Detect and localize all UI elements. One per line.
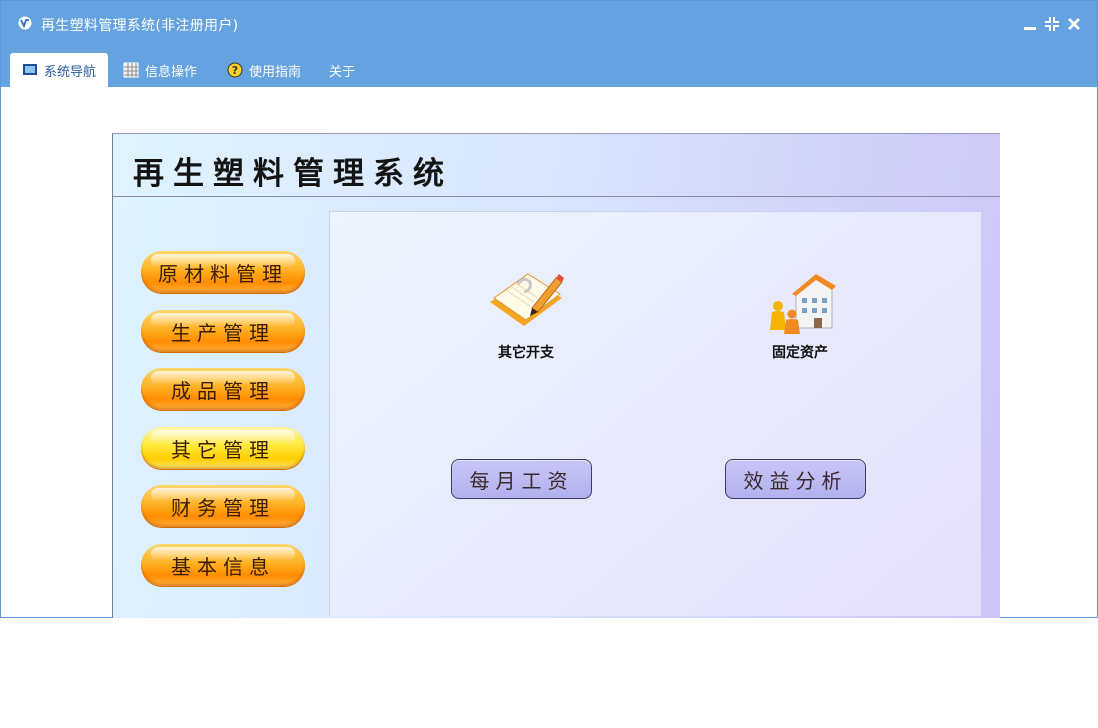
- button-label: 成品管理: [171, 378, 275, 403]
- menu-bar: 系统导航 信息操作 ? 使用指南 关于: [1, 45, 1097, 87]
- close-icon[interactable]: [1065, 14, 1083, 34]
- production-button[interactable]: 生产管理: [141, 310, 305, 352]
- tab-system-navigation[interactable]: 系统导航: [10, 53, 108, 87]
- button-label: 其它管理: [171, 437, 275, 462]
- navigation-panel: 再生塑料管理系统 原材料管理 生产管理 成品管理 其它管理 财务管理 基本信息: [112, 133, 1000, 618]
- window-title: 再生塑料管理系统(非注册用户): [41, 18, 239, 34]
- notebook-pencil-icon: [490, 273, 564, 326]
- tab-info-operations[interactable]: 信息操作: [123, 53, 197, 87]
- grid-icon: [123, 62, 139, 78]
- system-title: 再生塑料管理系统: [133, 156, 453, 192]
- basic-info-button[interactable]: 基本信息: [141, 544, 305, 586]
- button-label: 效益分析: [743, 468, 848, 493]
- title-bar[interactable]: 再生塑料管理系统(非注册用户): [1, 1, 1097, 45]
- button-label: 生产管理: [171, 320, 275, 345]
- button-label: 财务管理: [171, 495, 275, 520]
- button-label: 每月工资: [469, 468, 574, 493]
- house-people-icon: [770, 274, 836, 334]
- tab-about[interactable]: 关于: [329, 53, 355, 87]
- finance-button[interactable]: 财务管理: [141, 485, 305, 527]
- content-area: 其它开支 固定资产 每月工资 效益分析: [329, 211, 981, 616]
- tab-label: 使用指南: [249, 64, 302, 80]
- item-label: 其它开支: [498, 345, 554, 361]
- fixed-assets-item[interactable]: 固定资产: [745, 264, 855, 362]
- other-management-button[interactable]: 其它管理: [141, 427, 305, 469]
- svg-text:?: ?: [232, 64, 238, 77]
- app-logo-icon: [18, 16, 32, 30]
- item-label: 固定资产: [772, 345, 828, 361]
- restore-icon[interactable]: [1043, 14, 1061, 34]
- button-label: 基本信息: [171, 554, 275, 579]
- raw-material-button[interactable]: 原材料管理: [141, 251, 305, 293]
- other-expenses-item[interactable]: 其它开支: [471, 264, 581, 362]
- tab-user-guide[interactable]: ? 使用指南: [227, 53, 301, 87]
- button-label: 原材料管理: [158, 261, 288, 286]
- monthly-salary-button[interactable]: 每月工资: [451, 459, 592, 499]
- tab-label: 信息操作: [145, 64, 198, 80]
- minimize-icon[interactable]: [1021, 14, 1039, 34]
- tab-label: 系统导航: [44, 64, 97, 80]
- tab-label: 关于: [329, 64, 356, 80]
- finished-goods-button[interactable]: 成品管理: [141, 368, 305, 410]
- monitor-icon: [23, 64, 37, 75]
- benefit-analysis-button[interactable]: 效益分析: [725, 459, 866, 499]
- app-window: 再生塑料管理系统(非注册用户) 系统导航 信息操作 ? 使用指南 关于 再生塑料…: [0, 0, 1098, 618]
- panel-header: 再生塑料管理系统: [113, 134, 1000, 197]
- help-icon: ?: [227, 62, 243, 78]
